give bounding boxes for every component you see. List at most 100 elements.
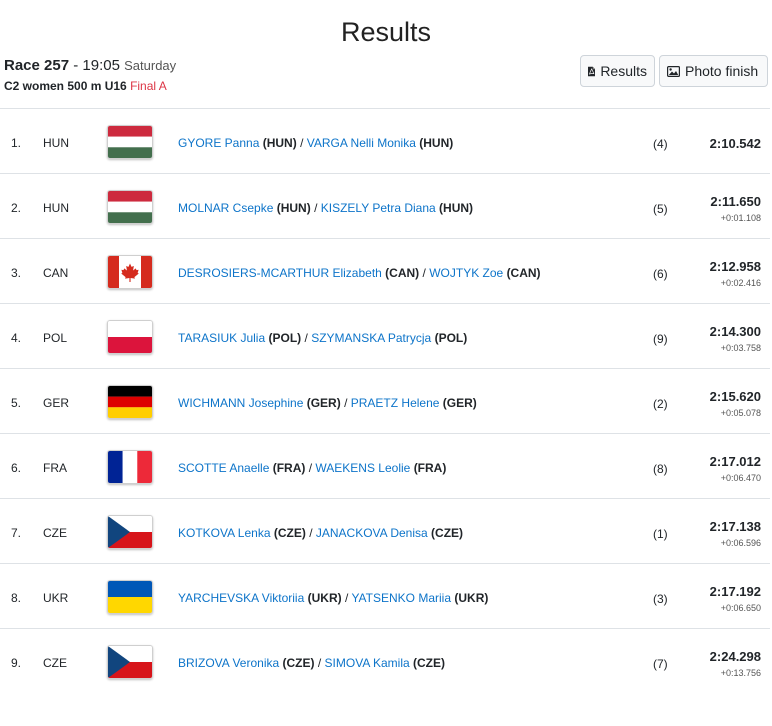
result-row: 4. POL TARASIUK Julia (POL) / SZYMANSKA Pa…	[0, 303, 770, 368]
position: 8.	[11, 591, 22, 605]
czech-flag	[107, 515, 153, 549]
hungary-flag	[107, 190, 153, 224]
athlete-country: (CZE)	[413, 656, 446, 670]
germany-flag	[107, 385, 153, 419]
athlete-country: (CAN)	[506, 266, 541, 280]
crew-names: GYORE Panna (HUN) / VARGA Nelli Monika (…	[178, 136, 453, 150]
athlete-link[interactable]: JANACKOVA Denisa	[316, 526, 428, 540]
nation-code: GER	[43, 396, 70, 410]
name-separator: /	[314, 201, 318, 215]
athlete-country: (CAN)	[385, 266, 420, 280]
result-row: 3. CAN DESROSIERS-MCARTHUR Elizabeth (CAN)…	[0, 238, 770, 303]
athlete-link[interactable]: DESROSIERS-MCARTHUR Elizabeth	[178, 266, 382, 280]
event-name: C2 women 500 m U16	[4, 79, 127, 93]
lane-number: (8)	[653, 462, 668, 476]
nation-code: UKR	[43, 591, 69, 605]
nation-code: FRA	[43, 461, 67, 475]
lane-number: (5)	[653, 202, 668, 216]
canada-flag	[107, 255, 153, 289]
result-row: 1. HUN GYORE Panna (HUN) / VARGA Nelli Mon…	[0, 108, 770, 173]
crew-names: SCOTTE Anaelle (FRA) / WAEKENS Leolie (F…	[178, 461, 446, 475]
athlete-country: (FRA)	[413, 461, 447, 475]
athlete-link[interactable]: WOJTYK Zoe	[429, 266, 503, 280]
ukraine-flag	[107, 580, 153, 614]
athlete-country: (POL)	[434, 331, 468, 345]
result-row: 2. HUN MOLNAR Csepke (HUN) / KISZELY Petra…	[0, 173, 770, 238]
athlete-link[interactable]: WICHMANN Josephine	[178, 396, 303, 410]
athlete-country: (CZE)	[273, 526, 306, 540]
hungary-flag	[107, 125, 153, 159]
france-flag	[107, 450, 153, 484]
lane-number: (9)	[653, 332, 668, 346]
crew-names: WICHMANN Josephine (GER) / PRAETZ Helene…	[178, 396, 477, 410]
athlete-link[interactable]: BRIZOVA Veronika	[178, 656, 279, 670]
time-behind: +0:05.078	[720, 408, 761, 418]
photo-finish-button[interactable]: Photo finish	[659, 55, 768, 87]
lane-number: (2)	[653, 397, 668, 411]
athlete-link[interactable]: VARGA Nelli Monika	[307, 136, 416, 150]
athlete-link[interactable]: YARCHEVSKA Viktoriia	[178, 591, 304, 605]
time-behind: +0:06.650	[720, 603, 761, 613]
nation-code: CZE	[43, 526, 67, 540]
athlete-link[interactable]: PRAETZ Helene	[351, 396, 440, 410]
finish-time: 2:17.192	[709, 584, 761, 599]
position: 5.	[11, 396, 22, 410]
result-row: 8. UKR YARCHEVSKA Viktoriia (UKR) / YATSEN…	[0, 563, 770, 628]
name-separator: /	[422, 266, 426, 280]
name-separator: /	[344, 591, 349, 605]
race-separator: -	[73, 57, 79, 74]
athlete-country: (UKR)	[307, 591, 342, 605]
nation-code: CAN	[43, 266, 69, 280]
athlete-country: (HUN)	[439, 201, 474, 215]
athlete-country: (HUN)	[262, 136, 297, 150]
race-phase: Final A	[130, 79, 167, 93]
name-separator: /	[344, 396, 348, 410]
position: 1.	[11, 136, 22, 150]
lane-number: (4)	[653, 137, 668, 151]
athlete-link[interactable]: WAEKENS Leolie	[315, 461, 410, 475]
results-table: 1. HUN GYORE Panna (HUN) / VARGA Nelli Mon…	[0, 108, 770, 693]
photo-button-label: Photo finish	[685, 63, 759, 79]
time-behind: +0:06.470	[720, 473, 761, 483]
czech-flag	[107, 645, 153, 679]
name-separator: /	[308, 461, 313, 475]
athlete-link[interactable]: SIMOVA Kamila	[325, 656, 410, 670]
finish-time: 2:24.298	[709, 649, 761, 664]
results-button-label: Results	[600, 63, 647, 79]
name-separator: /	[304, 331, 308, 345]
athlete-link[interactable]: YATSENKO Mariia	[351, 591, 451, 605]
athlete-link[interactable]: SZYMANSKA Patrycja	[311, 331, 431, 345]
pdf-file-icon	[588, 66, 596, 76]
athlete-country: (CZE)	[282, 656, 315, 670]
image-icon	[667, 65, 680, 77]
athlete-link[interactable]: GYORE Panna	[178, 136, 259, 150]
lane-number: (1)	[653, 527, 668, 541]
result-row: 5. GER WICHMANN Josephine (GER) / PRAETZ H…	[0, 368, 770, 433]
athlete-link[interactable]: SCOTTE Anaelle	[178, 461, 269, 475]
event-line: C2 women 500 m U16 Final A	[4, 77, 176, 95]
athlete-link[interactable]: MOLNAR Csepke	[178, 201, 273, 215]
finish-time: 2:15.620	[709, 389, 761, 404]
poland-flag	[107, 320, 153, 354]
athlete-link[interactable]: KISZELY Petra Diana	[321, 201, 436, 215]
finish-time: 2:14.300	[709, 324, 761, 339]
athlete-country: (GER)	[306, 396, 341, 410]
page-title: Results	[340, 17, 432, 47]
time-behind: +0:06.596	[720, 538, 761, 548]
finish-time: 2:10.542	[709, 136, 761, 151]
position: 4.	[11, 331, 22, 345]
race-info: Race 257 - 19:05 Saturday C2 women 500 m…	[4, 56, 176, 95]
athlete-country: (CZE)	[431, 526, 464, 540]
athlete-link[interactable]: KOTKOVA Lenka	[178, 526, 271, 540]
athlete-link[interactable]: TARASIUK Julia	[178, 331, 265, 345]
lane-number: (3)	[653, 592, 668, 606]
name-separator: /	[317, 656, 322, 670]
finish-time: 2:17.138	[709, 519, 761, 534]
nation-code: HUN	[43, 201, 69, 215]
results-pdf-button[interactable]: Results	[580, 55, 655, 87]
nation-code: HUN	[43, 136, 69, 150]
crew-names: DESROSIERS-MCARTHUR Elizabeth (CAN) / WO…	[178, 266, 541, 280]
finish-time: 2:11.650	[710, 194, 761, 209]
position: 3.	[11, 266, 22, 280]
result-row: 6. FRA SCOTTE Anaelle (FRA) / WAEKENS Leol…	[0, 433, 770, 498]
